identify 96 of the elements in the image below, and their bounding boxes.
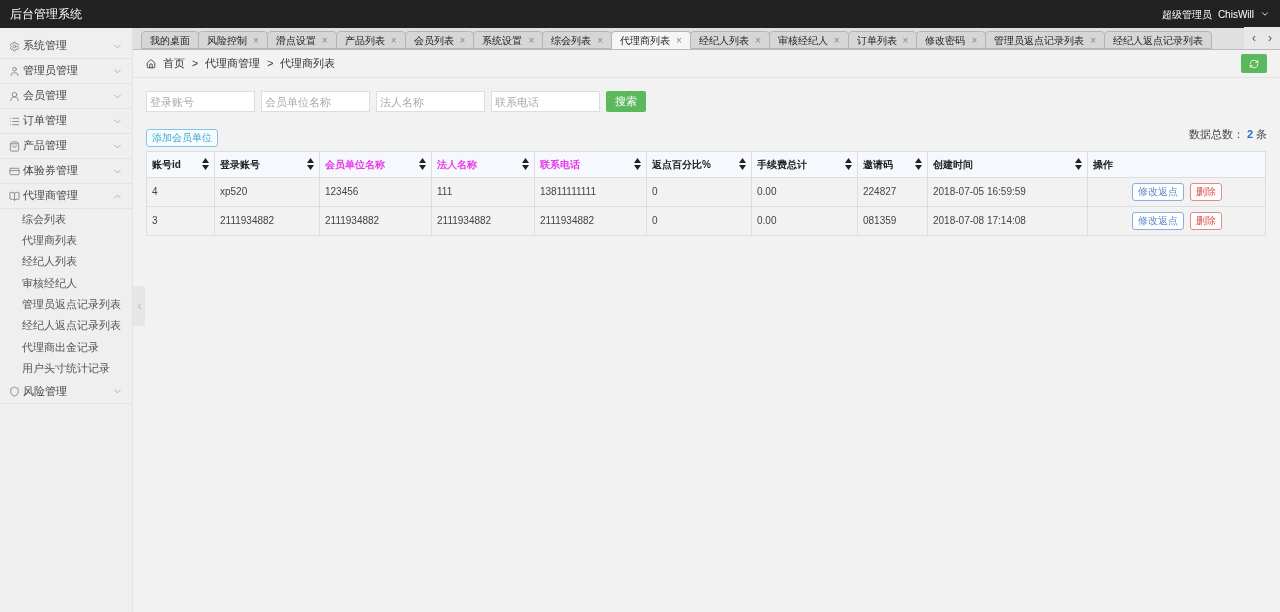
sidebar-group[interactable]: 产品管理: [0, 134, 132, 159]
sort-icon[interactable]: [634, 158, 641, 171]
tab[interactable]: 经纪人返点记录列表: [1104, 31, 1213, 49]
user-role: 超级管理员: [1161, 7, 1212, 22]
tab[interactable]: 产品列表 ×: [335, 31, 406, 49]
user-icon: [9, 65, 20, 77]
table-cell: 2018-07-05 16:59:59: [927, 177, 1088, 207]
book-icon: [9, 190, 20, 202]
sidebar-item[interactable]: 审核经纪人: [0, 272, 132, 295]
sidebar-group[interactable]: 订单管理: [0, 109, 132, 134]
sidebar-group[interactable]: 风险管理: [0, 379, 132, 405]
table-cell: 2018-07-08 17:14:08: [927, 206, 1088, 236]
tab[interactable]: 综会列表 ×: [542, 31, 613, 49]
table-cell: 0: [646, 206, 752, 236]
user-icon: [9, 90, 20, 102]
home-icon: [146, 58, 156, 69]
tab[interactable]: 修改密码 ×: [916, 31, 987, 49]
edit-rebate-button[interactable]: 修改返点: [1131, 182, 1184, 201]
table-cell: 13811111111: [534, 177, 647, 207]
filter-field[interactable]: 登录账号: [146, 91, 255, 112]
delete-button[interactable]: 删除: [1189, 211, 1222, 230]
tab[interactable]: 代理商列表 ×: [611, 31, 691, 49]
table-cell: 111: [431, 177, 535, 207]
column-header[interactable]: 创建时间: [927, 151, 1088, 178]
column-header[interactable]: 登录账号: [214, 151, 320, 178]
sort-icon[interactable]: [915, 158, 922, 171]
close-button[interactable]: ×: [676, 32, 682, 48]
column-header[interactable]: 手续费总计: [751, 151, 858, 178]
filter-field[interactable]: 法人名称: [376, 91, 485, 112]
table-cell: 123456: [319, 177, 432, 207]
table-cell: 2111934882: [319, 206, 432, 236]
column-header[interactable]: 邀请码: [857, 151, 928, 178]
table-cell: 081359: [857, 206, 928, 236]
table-cell: 2111934882: [214, 206, 320, 236]
table-cell: 2111934882: [431, 206, 535, 236]
total-count: 数据总数： 2 条: [1189, 127, 1267, 142]
table-cell: 3: [146, 206, 215, 236]
breadcrumb-item[interactable]: 首页: [163, 55, 185, 72]
sidebar-group[interactable]: 会员管理: [0, 84, 132, 109]
scroll-tabs-button[interactable]: ‹: [1252, 29, 1256, 47]
column-header[interactable]: 返点百分比%: [646, 151, 752, 178]
sidebar-item[interactable]: 综会列表: [0, 209, 132, 231]
sidebar-item[interactable]: 代理商列表: [0, 230, 132, 252]
list-icon: [9, 115, 20, 127]
table-cell: 224827: [857, 177, 928, 207]
tab[interactable]: 系统设置 ×: [473, 31, 544, 49]
sidebar-group[interactable]: 代理商管理: [0, 184, 132, 209]
sort-icon[interactable]: [845, 158, 852, 171]
table-cell: 4: [146, 177, 215, 207]
shield-icon: [9, 385, 20, 397]
collapse-handle[interactable]: [133, 286, 145, 326]
caret-icon[interactable]: [1260, 9, 1270, 19]
edit-rebate-button[interactable]: 修改返点: [1131, 211, 1184, 230]
gear-icon: [9, 40, 20, 52]
tab[interactable]: 审核经纪人 ×: [768, 31, 849, 49]
bag-icon: [9, 140, 20, 152]
breadcrumb-item[interactable]: 代理商列表: [280, 55, 336, 72]
sort-icon[interactable]: [739, 158, 746, 171]
breadcrumb-separator: >: [267, 55, 274, 71]
tab[interactable]: 我的桌面: [141, 31, 199, 49]
table-cell: 0.00: [751, 206, 858, 236]
card-icon: [9, 165, 20, 177]
tab[interactable]: 经纪人列表 ×: [689, 31, 770, 49]
app-title: 后台管理系统: [10, 6, 82, 23]
sidebar-item[interactable]: 经纪人列表: [0, 251, 132, 273]
sidebar-item[interactable]: 管理员返点记录列表: [0, 294, 132, 316]
column-header: 操作: [1087, 151, 1266, 178]
filter-field[interactable]: 会员单位名称: [261, 91, 370, 112]
table-cell: 2111934882: [534, 206, 647, 236]
table-cell: 0: [646, 177, 752, 207]
scroll-tabs-button[interactable]: ›: [1268, 29, 1272, 47]
sidebar-group[interactable]: 管理员管理: [0, 59, 132, 84]
sort-icon[interactable]: [419, 158, 426, 171]
refresh-icon: [1249, 58, 1259, 69]
table-cell: xp520: [214, 177, 320, 207]
sort-icon[interactable]: [522, 158, 529, 171]
breadcrumb-separator: >: [192, 55, 199, 71]
sidebar-item[interactable]: 代理商出金记录: [0, 336, 132, 359]
tab[interactable]: 会员列表 ×: [404, 31, 475, 49]
filter-field[interactable]: 联系电话: [491, 91, 600, 112]
sidebar-item[interactable]: 用户头寸统计记录: [0, 358, 132, 380]
sort-icon[interactable]: [1075, 158, 1082, 171]
tab[interactable]: 风险控制 ×: [198, 31, 268, 49]
tab[interactable]: 滑点设置 ×: [266, 31, 337, 49]
table-cell: 0.00: [751, 177, 858, 207]
sidebar-item[interactable]: 经纪人返点记录列表: [0, 315, 132, 337]
tab[interactable]: 管理员返点记录列表 ×: [985, 31, 1106, 49]
sort-icon[interactable]: [202, 158, 209, 171]
column-header[interactable]: 账号id: [146, 151, 215, 178]
sort-icon[interactable]: [307, 158, 314, 171]
sidebar-group[interactable]: 系统管理: [0, 34, 132, 59]
breadcrumb-item[interactable]: 代理商管理: [205, 55, 261, 72]
sidebar-group[interactable]: 体验券管理: [0, 159, 132, 184]
tab[interactable]: 订单列表 ×: [847, 31, 918, 49]
user-name[interactable]: ChisWill: [1217, 6, 1254, 22]
delete-button[interactable]: 删除: [1189, 182, 1222, 201]
